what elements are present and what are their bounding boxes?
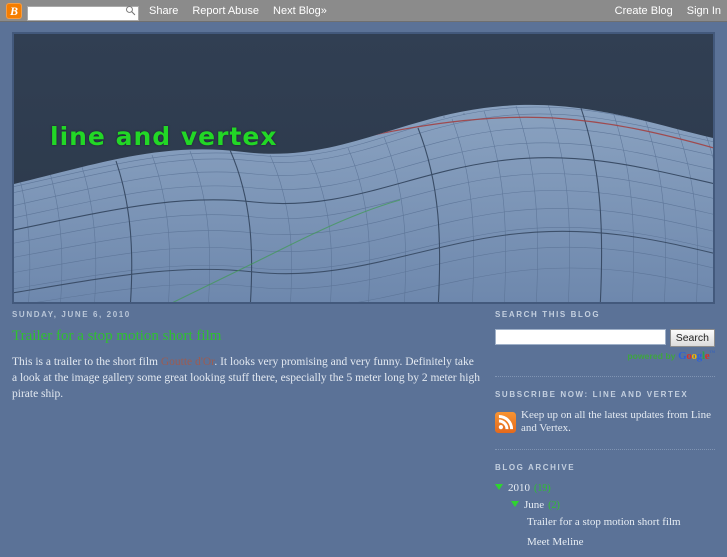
- subscribe-text: Keep up on all the latest updates from L…: [521, 409, 711, 435]
- navbar-search-wrapper[interactable]: [27, 3, 139, 21]
- triangle-down-icon[interactable]: [511, 501, 519, 508]
- header-wireframe-image: [14, 34, 713, 302]
- widget-divider-1: [495, 376, 715, 377]
- google-wordmark: Google™: [678, 350, 715, 362]
- post-date-header: SUNDAY, JUNE 6, 2010: [12, 310, 131, 319]
- archive-month-row[interactable]: June (2): [511, 499, 715, 511]
- blogger-logo-icon[interactable]: B: [6, 2, 22, 19]
- navbar-link-next-blog[interactable]: Next Blog»: [273, 0, 327, 22]
- archive-widget-title: BLOG ARCHIVE: [495, 463, 576, 473]
- search-button[interactable]: Search: [669, 329, 715, 347]
- archive-post-link[interactable]: Trailer for a stop motion short film: [527, 516, 715, 528]
- navbar-link-share[interactable]: Share: [149, 0, 178, 22]
- archive-post-link[interactable]: Meet Meline: [527, 536, 715, 548]
- navbar-link-report-abuse[interactable]: Report Abuse: [192, 0, 259, 22]
- navbar-search-input[interactable]: [27, 6, 139, 21]
- search-row: Search: [495, 329, 715, 347]
- archive-year-row[interactable]: 2010 (19): [495, 482, 715, 494]
- navbar-right-group: Create Blog Sign In: [601, 0, 721, 22]
- content-wrapper: SUNDAY, JUNE 6, 2010 Trailer for a stop …: [0, 310, 727, 548]
- post-body-text-before: This is a trailer to the short film: [12, 355, 161, 368]
- subscribe-widget-title: SUBSCRIBE NOW: LINE AND VERTEX: [495, 390, 689, 399]
- archive-month-label[interactable]: June: [524, 499, 544, 511]
- main-post-column: SUNDAY, JUNE 6, 2010 Trailer for a stop …: [12, 310, 480, 402]
- rss-icon[interactable]: [495, 411, 516, 433]
- post-body: This is a trailer to the short film Gout…: [12, 354, 480, 403]
- subscribe-row: Keep up on all the latest updates from L…: [495, 409, 715, 435]
- blogger-logo-letter: B: [9, 3, 18, 18]
- archive-list: 2010 (19) June (2) Trailer for a stop mo…: [495, 482, 715, 548]
- search-input[interactable]: [495, 329, 666, 345]
- sidebar: SEARCH THIS BLOG Search powered by Googl…: [495, 310, 715, 557]
- navbar-link-sign-in[interactable]: Sign In: [687, 0, 721, 22]
- page-outer-wrapper: line and vertex SUNDAY, JUNE 6, 2010 Tra…: [0, 22, 727, 548]
- powered-by-google: powered by Google™: [495, 350, 715, 362]
- archive-year-count: (19): [534, 483, 551, 495]
- widget-search-this-blog: SEARCH THIS BLOG Search powered by Googl…: [495, 310, 715, 362]
- archive-year-label[interactable]: 2010: [508, 482, 530, 494]
- powered-by-label: powered by: [627, 351, 676, 361]
- navbar-link-create-blog[interactable]: Create Blog: [615, 0, 673, 22]
- search-widget-title: SEARCH THIS BLOG: [495, 310, 601, 319]
- widget-blog-archive: BLOG ARCHIVE 2010 (19) June (2) Trailer …: [495, 463, 715, 548]
- widget-divider-2: [495, 449, 715, 451]
- post-title[interactable]: Trailer for a stop motion short film: [12, 328, 480, 345]
- widget-subscribe: SUBSCRIBE NOW: LINE AND VERTEX Keep up o…: [495, 390, 715, 435]
- blogger-navbar: B Share Report Abuse Next Blog» Create B…: [0, 0, 727, 22]
- blog-title[interactable]: line and vertex: [50, 122, 277, 151]
- triangle-down-icon[interactable]: [495, 484, 503, 491]
- archive-month-count: (2): [548, 500, 560, 512]
- google-trademark: ™: [709, 350, 715, 357]
- post-body-link[interactable]: Goutte d'Or: [161, 356, 215, 368]
- blog-header-banner[interactable]: line and vertex: [12, 32, 715, 304]
